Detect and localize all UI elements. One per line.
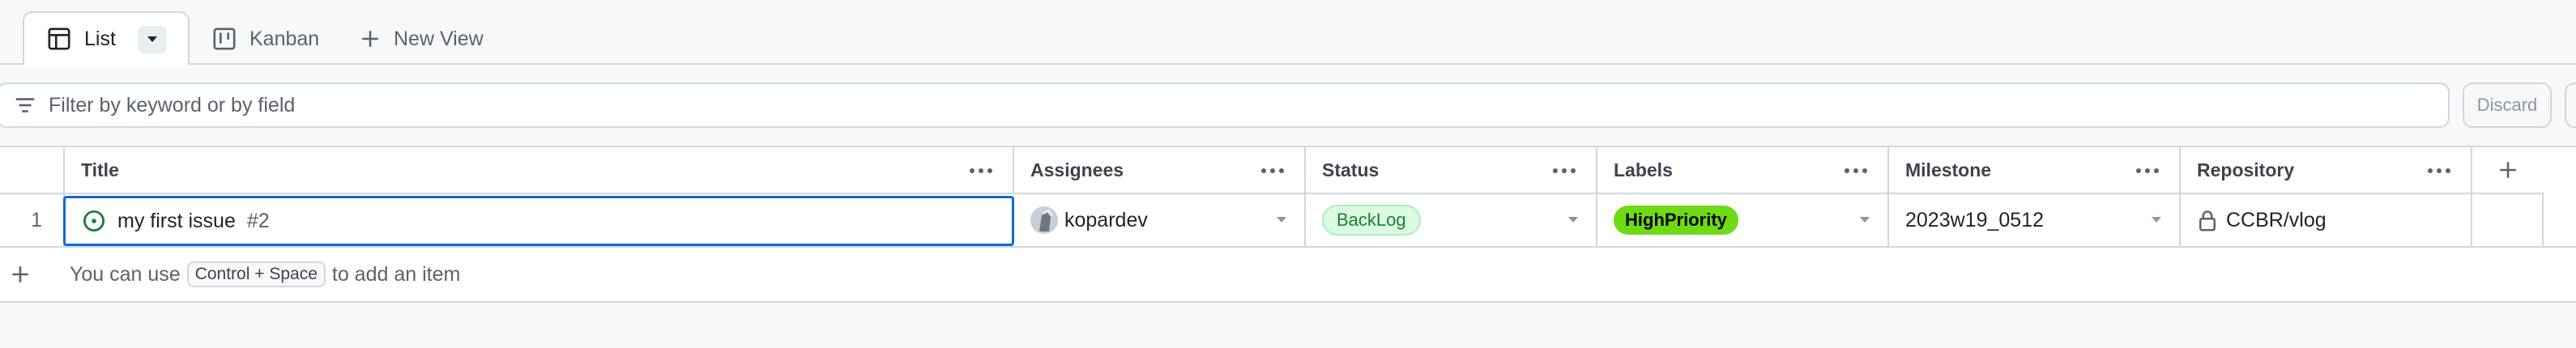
chevron-down-icon[interactable] [1275, 215, 1288, 225]
chevron-down-icon[interactable] [2150, 215, 2163, 225]
column-header-repository-label: Repository [2197, 159, 2295, 180]
add-field-button[interactable] [2472, 147, 2544, 194]
assignee-name: kopardev [1064, 208, 1148, 231]
milestone-value: 2023w19_0512 [1905, 208, 2044, 231]
save-button[interactable] [2565, 83, 2576, 128]
triangle-down-icon [147, 36, 157, 42]
add-item-prefix: You can use [70, 262, 181, 286]
filter-bar: Filter by keyword or by field Discard [0, 65, 2576, 146]
repository-name: CCBR/vlog [2226, 208, 2327, 231]
column-menu-icon[interactable] [2425, 159, 2453, 183]
row-number: 1 [0, 194, 65, 246]
avatar [1030, 206, 1058, 234]
column-menu-icon[interactable] [1550, 159, 1578, 183]
project-table: Title Assignees Status Labels Milestone … [0, 146, 2576, 303]
tab-list[interactable]: List [23, 11, 190, 66]
column-header-labels[interactable]: Labels [1597, 147, 1889, 194]
repository-cell[interactable]: CCBR/vlog [2181, 194, 2472, 246]
issue-number: #2 [246, 209, 270, 232]
tab-kanban[interactable]: Kanban [212, 11, 319, 66]
keyboard-shortcut: Control + Space [186, 261, 326, 287]
add-item-hint: You can use Control + Space to add an it… [70, 261, 460, 288]
empty-cell [2472, 194, 2544, 246]
add-item-suffix: to add an item [331, 262, 461, 286]
column-menu-icon[interactable] [2134, 159, 2161, 183]
tab-list-label: List [84, 27, 116, 50]
column-menu-icon[interactable] [1842, 159, 1870, 183]
chevron-down-icon[interactable] [1567, 215, 1580, 225]
milestone-cell[interactable]: 2023w19_0512 [1889, 194, 2181, 246]
row-number-header [0, 147, 65, 194]
column-header-labels-label: Labels [1614, 159, 1673, 180]
new-view-label: New View [394, 27, 484, 50]
column-menu-icon[interactable] [1259, 159, 1286, 183]
add-item-row[interactable]: You can use Control + Space to add an it… [0, 248, 2576, 301]
column-header-milestone[interactable]: Milestone [1889, 147, 2181, 194]
chevron-down-icon[interactable] [1858, 215, 1871, 225]
filter-placeholder: Filter by keyword or by field [49, 93, 296, 117]
kanban-icon [213, 28, 236, 50]
issue-opened-icon [83, 210, 105, 232]
column-menu-icon[interactable] [967, 159, 995, 183]
plus-icon [362, 31, 378, 47]
plus-icon[interactable] [10, 264, 31, 285]
column-header-status-label: Status [1322, 159, 1380, 180]
view-tabbar: List Kanban New View [0, 0, 2576, 66]
assignees-cell[interactable]: kopardev [1014, 194, 1306, 246]
table-row[interactable]: 1 my first issue #2 kopardev BackLog Hig… [0, 194, 2576, 248]
lock-icon [2199, 210, 2216, 231]
new-view-button[interactable]: New View [360, 11, 484, 66]
column-header-status[interactable]: Status [1306, 147, 1597, 194]
column-header-milestone-label: Milestone [1905, 159, 1992, 180]
column-header-assignees[interactable]: Assignees [1014, 147, 1306, 194]
column-header-repository[interactable]: Repository [2181, 147, 2472, 194]
status-badge: BackLog [1322, 205, 1421, 236]
discard-button[interactable]: Discard [2463, 83, 2552, 128]
view-options-button[interactable] [138, 26, 167, 53]
labels-cell[interactable]: HighPriority [1597, 194, 1889, 246]
status-cell[interactable]: BackLog [1306, 194, 1597, 246]
table-icon [48, 28, 70, 50]
plus-icon [2500, 162, 2516, 178]
column-header-title[interactable]: Title [65, 147, 1014, 194]
issue-title[interactable]: my first issue [117, 210, 236, 233]
column-header-assignees-label: Assignees [1030, 159, 1124, 180]
label-badge: HighPriority [1614, 206, 1738, 235]
filter-input[interactable]: Filter by keyword or by field [0, 83, 2450, 128]
tab-kanban-label: Kanban [249, 27, 320, 50]
column-header-title-label: Title [81, 159, 119, 180]
title-cell[interactable]: my first issue #2 [63, 196, 1014, 246]
filter-icon [15, 98, 35, 112]
